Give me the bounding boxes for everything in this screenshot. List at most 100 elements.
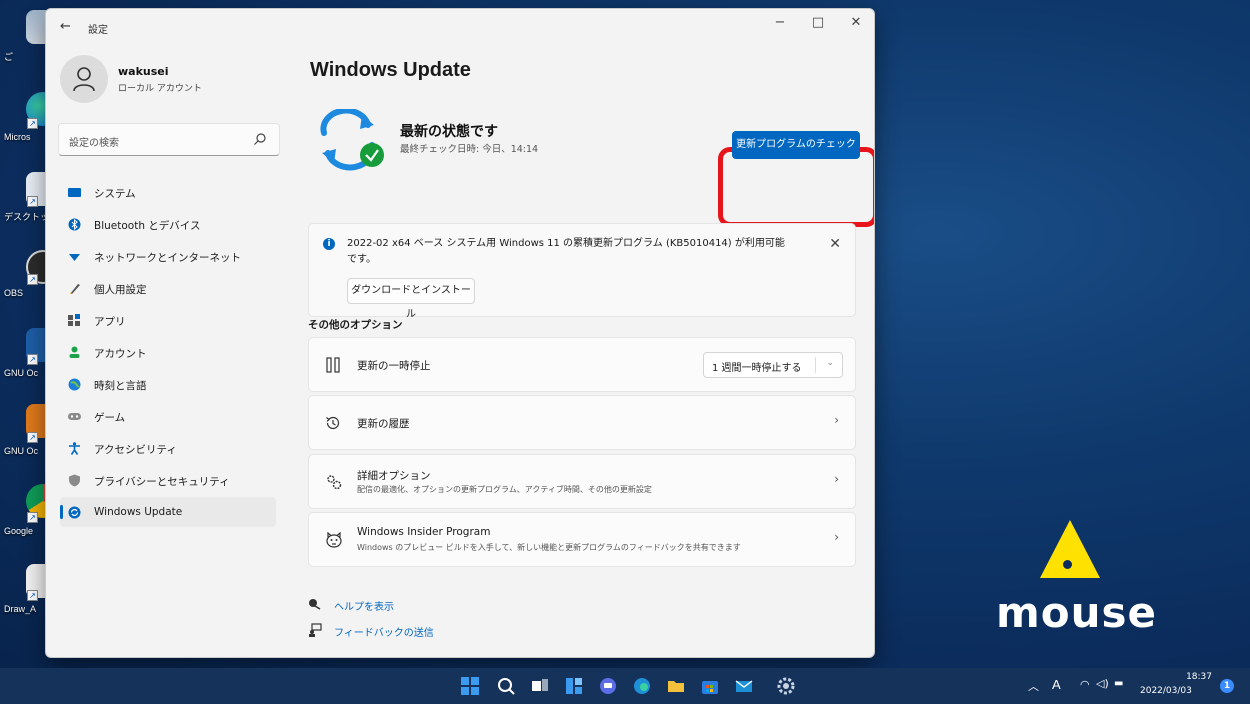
- insider-description: Windows のプレビュー ビルドを入手して、新しい機能と更新プログラムのフィ…: [357, 543, 741, 552]
- chat-icon[interactable]: [598, 676, 618, 696]
- volume-icon[interactable]: ◁): [1096, 677, 1109, 690]
- notification-badge[interactable]: 1: [1220, 679, 1234, 693]
- chevron-right-icon: ›: [834, 472, 839, 486]
- window-title: 設定: [88, 25, 108, 36]
- history-icon: [326, 416, 340, 430]
- search-icon[interactable]: [496, 676, 516, 696]
- shortcut-arrow-icon: ↗: [27, 512, 38, 523]
- windows-start-icon[interactable]: [460, 676, 480, 696]
- insider-icon: [326, 531, 342, 548]
- download-install-button[interactable]: ダウンロードとインストール: [347, 278, 475, 320]
- shortcut-arrow-icon: ↗: [27, 432, 38, 443]
- sidebar-item-network[interactable]: ネットワークとインターネット: [60, 241, 276, 271]
- minimize-button[interactable]: −: [766, 15, 794, 30]
- wifi-icon[interactable]: ◠: [1080, 678, 1090, 691]
- update-description: 2022-02 x64 ベース システム用 Windows 11 の累積更新プロ…: [347, 238, 785, 265]
- accessibility-icon: [69, 442, 80, 455]
- select-divider: [815, 357, 816, 373]
- clock-date[interactable]: 2022/03/03: [1140, 686, 1192, 696]
- insider-label: Windows Insider Program: [357, 526, 491, 538]
- status-title: 最新の状態です: [400, 124, 498, 140]
- account-type: ローカル アカウント: [118, 84, 202, 94]
- sidebar-item-label: ネットワークとインターネット: [94, 252, 241, 264]
- advanced-options-row[interactable]: 詳細オプション 配信の最適化、オプションの更新プログラム、アクティブ時間、その他…: [308, 454, 856, 509]
- pause-label: 更新の一時停止: [357, 360, 431, 372]
- search-input[interactable]: 設定の検索: [58, 123, 280, 156]
- logo-dot: [1063, 560, 1072, 569]
- insider-program-row[interactable]: Windows Insider Program Windows のプレビュー ビ…: [308, 512, 856, 567]
- chevron-down-icon: ⌄: [826, 358, 834, 368]
- sidebar-item-label: アカウント: [94, 348, 147, 360]
- mail-icon[interactable]: [734, 676, 754, 696]
- shortcut-arrow-icon: ↗: [27, 118, 38, 129]
- store-icon[interactable]: [700, 676, 720, 696]
- network-icon: [69, 254, 80, 261]
- feedback-icon: [309, 623, 322, 637]
- main-content: Windows Update 最新の状態です 最終チェック日時: 今日、14:1…: [308, 45, 874, 657]
- system-icon: [68, 188, 81, 197]
- settings-gear-icon[interactable]: [776, 676, 796, 696]
- pause-duration-select[interactable]: 1 週間一時停止する ⌄: [703, 352, 843, 378]
- sidebar-item-personalization[interactable]: 個人用設定: [60, 273, 276, 303]
- widgets-icon[interactable]: [564, 676, 584, 696]
- user-profile[interactable]: wakusei ローカル アカウント: [60, 55, 280, 115]
- update-history-row[interactable]: 更新の履歴 ›: [308, 395, 856, 450]
- sidebar-item-windows-update[interactable]: Windows Update: [60, 497, 276, 527]
- desktop-icon-label: ご: [4, 52, 14, 62]
- sidebar-item-accessibility[interactable]: アクセシビリティ: [60, 433, 276, 463]
- history-label: 更新の履歴: [357, 418, 410, 430]
- sidebar-item-label: Windows Update: [94, 506, 183, 518]
- shortcut-arrow-icon: ↗: [27, 274, 38, 285]
- close-button[interactable]: ✕: [842, 15, 870, 30]
- search-icon: [254, 133, 266, 145]
- help-icon: [309, 599, 321, 610]
- desktop-icon-label: Micros: [4, 132, 31, 142]
- battery-icon[interactable]: ▬: [1114, 678, 1123, 689]
- maximize-button[interactable]: □: [804, 15, 832, 30]
- sidebar-item-time-language[interactable]: 時刻と言語: [60, 369, 276, 399]
- sidebar-item-gaming[interactable]: ゲーム: [60, 401, 276, 431]
- page-title: Windows Update: [310, 59, 471, 81]
- desktop-icon-label: OBS: [4, 288, 24, 298]
- chevron-up-icon[interactable]: ︿: [1028, 678, 1039, 694]
- sidebar-item-label: Bluetooth とデバイス: [94, 220, 201, 232]
- sidebar-item-label: システム: [94, 188, 136, 200]
- logo-triangle: [1040, 520, 1100, 578]
- advanced-description: 配信の最適化、オプションの更新プログラム、アクティブ時間、その他の更新設定: [357, 485, 652, 494]
- help-link-label[interactable]: ヘルプを表示: [334, 598, 394, 613]
- settings-window: ← 設定 − □ ✕ wakusei ローカル アカウント 設定の検索 システム…: [45, 8, 875, 658]
- desktop-icon-label: Draw_A: [4, 604, 37, 614]
- chevron-right-icon: ›: [834, 413, 839, 427]
- feedback-link-label[interactable]: フィードバックの送信: [334, 624, 434, 639]
- sidebar-item-label: 個人用設定: [94, 284, 147, 296]
- edge-icon[interactable]: [632, 676, 652, 696]
- highlight-annotation: [718, 147, 874, 227]
- taskbar: ︿ A ◠ ◁) ▬ 18:37 2022/03/03 1: [0, 668, 1250, 704]
- check-for-updates-button[interactable]: 更新プログラムのチェック: [732, 131, 860, 159]
- clock-time[interactable]: 18:37: [1186, 672, 1212, 682]
- section-heading: その他のオプション: [308, 319, 403, 331]
- pause-updates-row: 更新の一時停止 1 週間一時停止する ⌄: [308, 337, 856, 392]
- active-indicator: [60, 505, 63, 519]
- ime-indicator[interactable]: A: [1052, 677, 1061, 692]
- sidebar-item-apps[interactable]: アプリ: [60, 305, 276, 335]
- gaming-icon: [68, 413, 81, 420]
- logo-text: mouse: [996, 588, 1158, 637]
- user-icon: [73, 67, 95, 92]
- avatar: [60, 55, 108, 103]
- user-name: wakusei: [118, 65, 169, 78]
- sidebar-item-system[interactable]: システム: [60, 177, 276, 207]
- sidebar-item-bluetooth[interactable]: Bluetooth とデバイス: [60, 209, 276, 239]
- desktop-icon-label: GNU Oc: [4, 446, 39, 456]
- mouse-logo: mouse: [990, 520, 1156, 650]
- task-view-icon[interactable]: [530, 676, 550, 696]
- file-explorer-icon[interactable]: [666, 676, 686, 696]
- title-bar: ← 設定 − □ ✕: [46, 9, 874, 45]
- sidebar: wakusei ローカル アカウント 設定の検索 システム Bluetooth …: [46, 45, 291, 657]
- sidebar-item-privacy[interactable]: プライバシーとセキュリティ: [60, 465, 276, 495]
- back-arrow-icon[interactable]: ←: [60, 19, 71, 34]
- pause-duration-value: 1 週間一時停止する: [712, 363, 802, 374]
- desktop-icon-label: Google: [4, 526, 34, 536]
- sidebar-item-accounts[interactable]: アカウント: [60, 337, 276, 367]
- dismiss-button[interactable]: ✕: [829, 236, 841, 252]
